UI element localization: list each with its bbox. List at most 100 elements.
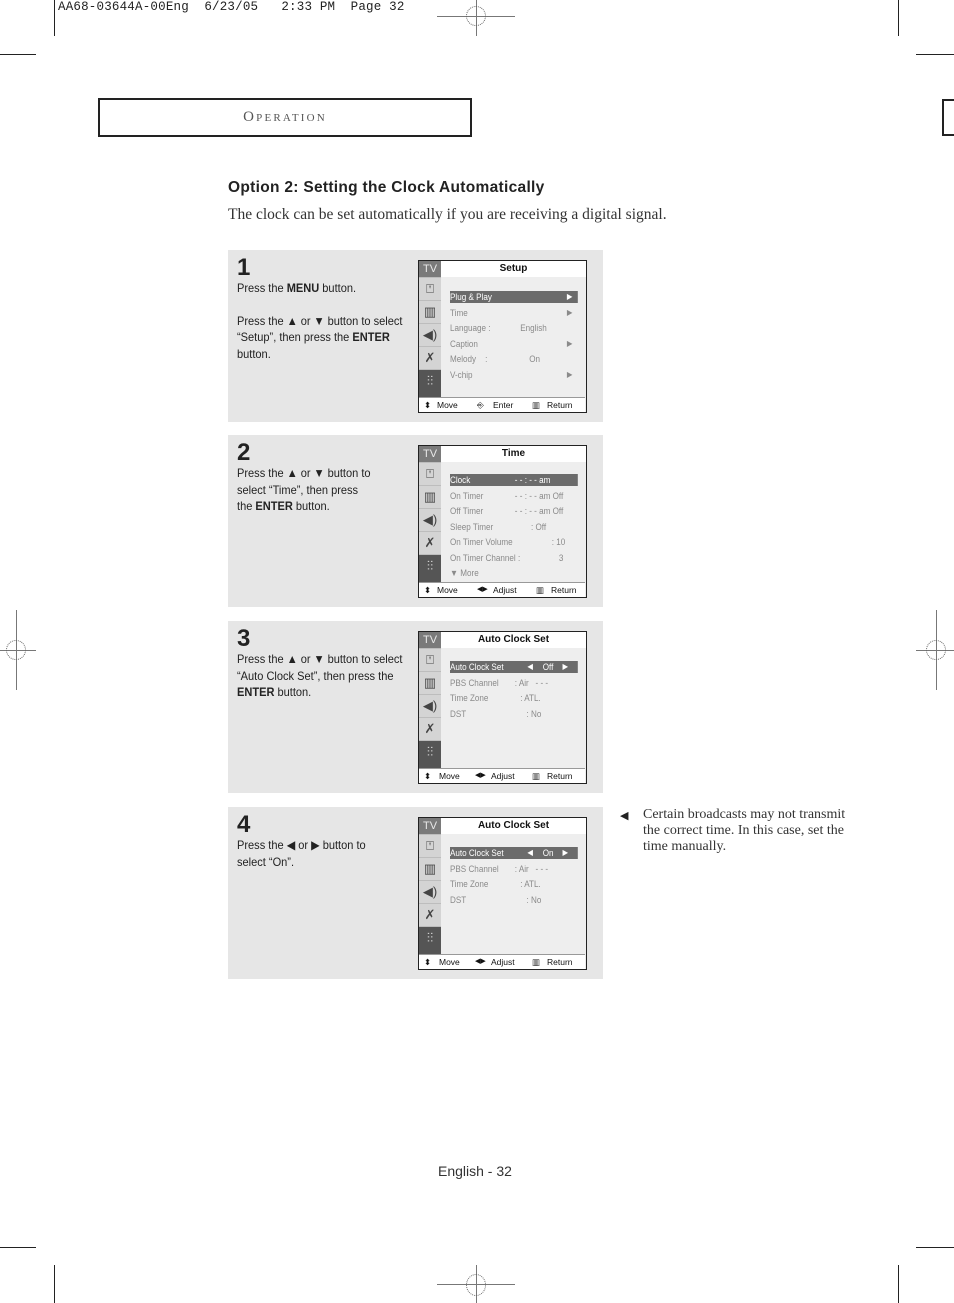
- leftright-icon: ◀▶: [475, 772, 486, 779]
- button-name: ENTER: [237, 685, 275, 699]
- step-number: 2: [237, 439, 251, 466]
- crop-mark: [898, 0, 899, 36]
- setup-icon: ⫶⫶: [419, 926, 441, 954]
- tv-label: TV: [419, 632, 441, 648]
- picture-icon: ▥: [419, 857, 441, 880]
- osd-menu-item: Time Zone: ATL.: [450, 693, 541, 703]
- osd-menu-item: PBS Channel: Air - - -: [450, 678, 549, 688]
- page-number: English - 32: [438, 1163, 512, 1179]
- step-instructions: Press the ▲ or ▼ button to select “Time”…: [237, 465, 375, 515]
- osd-menu-item: V-chip ▶: [450, 370, 573, 380]
- setup-icon: ⫶⫶: [419, 554, 441, 582]
- move-hint: Move: [439, 957, 460, 967]
- input-icon: ⍞: [419, 648, 441, 671]
- osd-menu-item: Time Zone: ATL.: [450, 879, 541, 889]
- crop-mark: [898, 1265, 899, 1303]
- left-arrow-icon[interactable]: ◀: [527, 847, 533, 859]
- channel-icon: ✗: [419, 717, 441, 740]
- updown-icon: ⬍: [424, 585, 432, 595]
- step-number: 1: [237, 254, 251, 281]
- updown-icon: ⬍: [424, 957, 432, 967]
- osd-title: Auto Clock Set: [441, 818, 586, 834]
- osd-footer: ⬍ Move ◀▶ Adjust ▥ Return: [419, 582, 585, 597]
- osd-screen-time: TV ⍞ ▥ ◀) ✗ ⫶⫶ Time Clock - - : - - am On…: [418, 445, 587, 598]
- osd-menu-item: On Timer - - : - - am Off: [450, 491, 564, 501]
- step-instructions: Press the ▲ or ▼ button to select “Auto …: [237, 651, 404, 701]
- osd-menu-item: PBS Channel: Air - - -: [450, 864, 549, 874]
- move-hint: Move: [439, 771, 460, 781]
- channel-icon: ✗: [419, 903, 441, 926]
- tv-label: TV: [419, 261, 441, 277]
- adjust-hint: Adjust: [493, 585, 517, 595]
- side-tab-marker: [942, 99, 954, 136]
- tv-label: TV: [419, 818, 441, 834]
- osd-sidebar: TV ⍞ ▥ ◀) ✗ ⫶⫶: [419, 632, 441, 768]
- right-arrow-icon[interactable]: ▶: [563, 847, 569, 859]
- input-icon: ⍞: [419, 277, 441, 300]
- adjust-hint: Adjust: [491, 957, 515, 967]
- picture-icon: ▥: [419, 671, 441, 694]
- step-1: 1 Press the MENU button. Press the ▲ or …: [228, 250, 603, 422]
- osd-screen-setup: TV ⍞ ▥ ◀) ✗ ⫶⫶ Setup Plug & Play ▶ Time ▶ …: [418, 260, 587, 413]
- return-icon: ▥: [536, 585, 545, 595]
- return-hint: Return: [551, 585, 577, 595]
- osd-title: Time: [441, 446, 586, 462]
- osd-title: Setup: [441, 261, 586, 277]
- setup-icon: ⫶⫶: [419, 740, 441, 768]
- leftright-icon: ◀▶: [475, 958, 486, 965]
- step-2: 2 Press the ▲ or ▼ button to select “Tim…: [228, 435, 603, 607]
- return-hint: Return: [547, 400, 573, 410]
- osd-menu-item: On Timer Volume: 10: [450, 537, 566, 547]
- osd-footer: ⬍ Move ◀▶ Adjust ▥ Return: [419, 954, 585, 969]
- right-arrow-icon[interactable]: ▶: [563, 661, 569, 673]
- osd-screen-auto-clock-on: TV ⍞ ▥ ◀) ✗ ⫶⫶ Auto Clock Set Auto Clock…: [418, 817, 587, 970]
- return-icon: ▥: [532, 400, 541, 410]
- instruction-text: Press the ▲ or ▼ button to select “Auto …: [237, 652, 403, 683]
- osd-menu: Clock - - : - - am On Timer - - : - - am O…: [441, 462, 586, 582]
- instruction-text: button.: [237, 346, 271, 361]
- auto-clock-value: Off: [542, 662, 554, 672]
- setup-icon: ⫶⫶: [419, 369, 441, 397]
- picture-icon: ▥: [419, 300, 441, 323]
- return-icon: ▥: [532, 771, 541, 781]
- sound-icon: ◀): [419, 508, 441, 531]
- osd-more-item: ▼ More: [450, 568, 479, 578]
- input-icon: ⍞: [419, 834, 441, 857]
- osd-menu-item: Auto Clock Set ◀ Off ▶: [450, 661, 578, 673]
- instruction-text: button.: [274, 685, 312, 699]
- osd-sidebar: TV ⍞ ▥ ◀) ✗ ⫶⫶: [419, 818, 441, 954]
- adjust-hint: Adjust: [491, 771, 515, 781]
- osd-footer: ⬍ Move ◀▶ Adjust ▥ Return: [419, 768, 585, 783]
- enter-hint: Enter: [493, 400, 514, 410]
- move-hint: Move: [437, 400, 458, 410]
- move-hint: Move: [437, 585, 458, 595]
- registration-circle-left: [6, 640, 26, 660]
- registration-circle-top: [466, 6, 486, 26]
- step-number: 4: [237, 811, 251, 838]
- channel-icon: ✗: [419, 346, 441, 369]
- osd-title: Auto Clock Set: [441, 632, 586, 648]
- note-text: Certain broadcasts may not transmit the …: [643, 807, 846, 854]
- osd-menu-item: Auto Clock Set ◀ On ▶: [450, 847, 578, 859]
- instruction-text: button.: [292, 499, 330, 513]
- osd-menu: Plug & Play ▶ Time ▶ Language : English Cap…: [441, 277, 586, 397]
- crop-mark: [916, 54, 954, 55]
- picture-icon: ▥: [419, 485, 441, 508]
- return-hint: Return: [547, 771, 573, 781]
- leftright-icon: ◀▶: [477, 586, 488, 593]
- osd-menu-item: Language : English: [450, 323, 547, 333]
- button-name: ENTER: [352, 330, 390, 344]
- left-arrow-icon[interactable]: ◀: [527, 661, 533, 673]
- crop-mark: [0, 1247, 36, 1248]
- intro-text: The clock can be set automatically if yo…: [228, 206, 667, 223]
- osd-menu-item: DST: No: [450, 709, 542, 719]
- osd-menu-item: Plug & Play ▶: [450, 291, 578, 303]
- updown-icon: ⬍: [424, 771, 432, 781]
- enter-icon: ⎆: [477, 400, 484, 410]
- crop-mark: [54, 1265, 55, 1303]
- step-4: 4 Press the ◀ or ▶ button to select “On”…: [228, 807, 603, 979]
- section-header-box: Operation: [98, 98, 472, 137]
- right-arrow-icon: ▶: [566, 370, 573, 379]
- osd-menu-item: Melody : On: [450, 354, 541, 364]
- step-3: 3 Press the ▲ or ▼ button to select “Aut…: [228, 621, 603, 793]
